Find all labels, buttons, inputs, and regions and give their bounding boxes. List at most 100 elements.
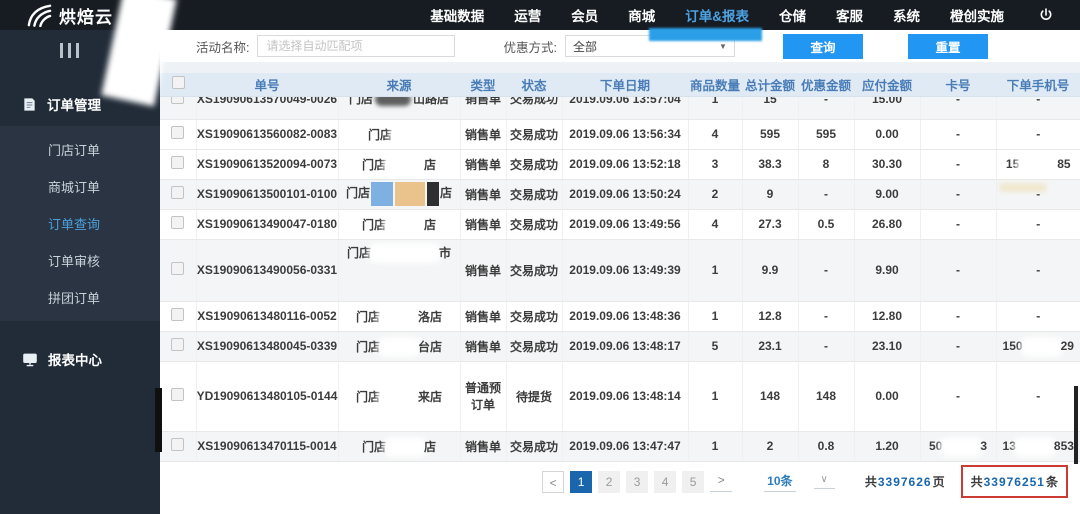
row-checkbox[interactable]: [171, 156, 185, 169]
page-button[interactable]: 5: [682, 470, 705, 493]
cell-card: -: [956, 389, 960, 403]
search-button[interactable]: 查询: [782, 33, 863, 59]
table-row: XS19090613480116-0052 门店 洛店 销售单 交易成功 2019.09.…: [160, 301, 1080, 332]
cell-qty: 1: [711, 96, 719, 106]
cell-source: 门店 洛店: [355, 309, 443, 324]
page-button[interactable]: 1: [570, 470, 593, 493]
power-icon[interactable]: [1038, 7, 1054, 23]
dropdown-arrow-icon: ▼: [719, 41, 727, 51]
nav-item[interactable]: 系统: [893, 5, 920, 25]
cell-status: 交易成功: [509, 157, 558, 172]
column-header: 商品数量: [688, 73, 742, 97]
redaction-blur: [373, 248, 437, 259]
cell-type: 销售单: [464, 127, 501, 142]
nav-item[interactable]: 客服: [836, 5, 863, 25]
cell-date: 2019.09.06 13:50:24: [569, 187, 681, 201]
redaction-blur: [375, 96, 411, 107]
cell-id: YD19090613480105-0144: [196, 389, 338, 403]
cell-disc: -: [824, 187, 828, 201]
table-row: XS19090613500101-0100 门店店销售单 交易成功 2019.09.0…: [160, 179, 1080, 210]
nav-item[interactable]: 仓储: [779, 5, 806, 25]
cell-total: 9.9: [761, 263, 779, 277]
nav-item[interactable]: 商城: [628, 5, 655, 25]
cell-qty: 1: [711, 263, 719, 277]
page-button[interactable]: 2: [598, 470, 621, 493]
select-all-checkbox[interactable]: [171, 76, 185, 90]
page-size-select[interactable]: 10条: [764, 472, 796, 492]
next-page-button[interactable]: >: [710, 472, 733, 492]
activity-name-input[interactable]: [257, 35, 456, 57]
filter-bar: 活动名称: 优惠方式: 全部 ▼ 查询 重置: [160, 30, 1080, 62]
row-checkbox[interactable]: [171, 308, 185, 321]
total-records-value: 33976251: [983, 475, 1045, 489]
row-checkbox[interactable]: [171, 262, 185, 275]
cell-disc: -: [824, 309, 828, 323]
cell-type: 销售单: [464, 339, 501, 354]
top-nav: 基础数据 运营 会员 商城 订单&报表 仓储 客服 系统 橙创实施: [430, 5, 1004, 25]
cell-status: 交易成功: [509, 127, 558, 142]
cell-source: 门店 台店: [355, 339, 443, 354]
page-button[interactable]: 4: [654, 470, 677, 493]
column-header: 单号: [196, 73, 338, 97]
redaction-blur: [388, 160, 422, 171]
cell-id: XS19090613470115-0014: [197, 439, 337, 453]
column-header: 状态: [506, 73, 562, 97]
row-checkbox[interactable]: [171, 126, 185, 139]
table-row: XS19090613560082-0083 门店 销售单 交易成功 2019.09.06…: [160, 119, 1080, 150]
cell-qty: 4: [711, 217, 719, 231]
cell-disc: 0.5: [817, 217, 835, 231]
page-button[interactable]: 3: [626, 470, 649, 493]
nav-item[interactable]: 运营: [514, 5, 541, 25]
cell-status: 交易成功: [509, 187, 558, 202]
cell-pay: 12.80: [871, 309, 903, 323]
cell-qty: 3: [711, 157, 719, 171]
discount-method-value: 全部: [572, 39, 597, 54]
cell-id: XS19090613480045-0339: [196, 339, 338, 353]
sidebar-item[interactable]: 门店订单: [0, 131, 160, 168]
cell-pay: 9.90: [875, 263, 899, 277]
nav-item[interactable]: 会员: [571, 5, 598, 25]
total-pages-value: 3397626: [877, 475, 932, 489]
redaction-blur: [944, 441, 979, 452]
order-query-page: 烘焙云 欢迎 基础数据运营会员商城订单&报表仓储客服系统橙创实施 订单管理 门店…: [0, 0, 1080, 514]
cell-total: 12.8: [758, 309, 782, 323]
cell-qty: 5: [711, 339, 719, 353]
redaction-block: [649, 28, 762, 41]
table-header-row: 单号 来源 类型 状态 下单日期 商品数量 总计金额 优惠金额 应付金额 卡号 下单手机号: [160, 73, 1080, 97]
row-checkbox[interactable]: [171, 438, 185, 451]
cell-qty: 4: [711, 127, 719, 141]
cell-source: 门店 来店: [355, 389, 443, 404]
cell-id: XS19090613520094-0073: [196, 157, 338, 171]
cell-date: 2019.09.06 13:48:17: [569, 339, 681, 353]
row-checkbox[interactable]: [171, 96, 185, 104]
sidebar-item[interactable]: 订单审核: [0, 242, 160, 279]
cell-id: XS19090613560082-0083: [196, 127, 338, 141]
cell-type: 销售单: [464, 309, 501, 324]
nav-item[interactable]: 基础数据: [430, 5, 484, 25]
sidebar-item[interactable]: 拼团订单: [0, 279, 160, 316]
orders-icon: [24, 97, 35, 111]
cell-id: XS19090613490047-0180: [196, 217, 338, 231]
sidebar-section-report-center[interactable]: 报表中心: [0, 337, 160, 381]
reports-icon: [23, 353, 37, 366]
prev-page-button[interactable]: <: [542, 470, 565, 493]
sidebar-item[interactable]: 商城订单: [0, 168, 160, 205]
reset-button[interactable]: 重置: [907, 33, 988, 59]
nav-item[interactable]: 橙创实施: [950, 5, 1004, 25]
row-checkbox[interactable]: [171, 338, 185, 351]
row-checkbox[interactable]: [171, 216, 185, 229]
cell-card: 50 3: [928, 439, 988, 453]
cell-pay: 15.00: [871, 96, 903, 106]
sidebar-item[interactable]: 订单查询: [0, 205, 160, 242]
cell-source: 门店店: [361, 439, 437, 454]
cell-card: -: [956, 157, 960, 171]
chevron-down-icon[interactable]: ∨: [813, 474, 835, 489]
table-row: XS19090613490047-0180 门店店 销售单 交易成功 2019.09.0…: [160, 209, 1080, 240]
row-checkbox[interactable]: [171, 186, 185, 199]
redaction-blur: [382, 392, 416, 403]
main-content: 活动名称: 优惠方式: 全部 ▼ 查询 重置: [160, 30, 1080, 514]
row-checkbox[interactable]: [171, 388, 185, 401]
cell-phone: -: [1036, 96, 1041, 106]
table-row: XS19090613470115-0014 门店店 销售单 交易成功 2019.09.0…: [160, 431, 1080, 462]
nav-item[interactable]: 订单&报表: [685, 5, 749, 25]
